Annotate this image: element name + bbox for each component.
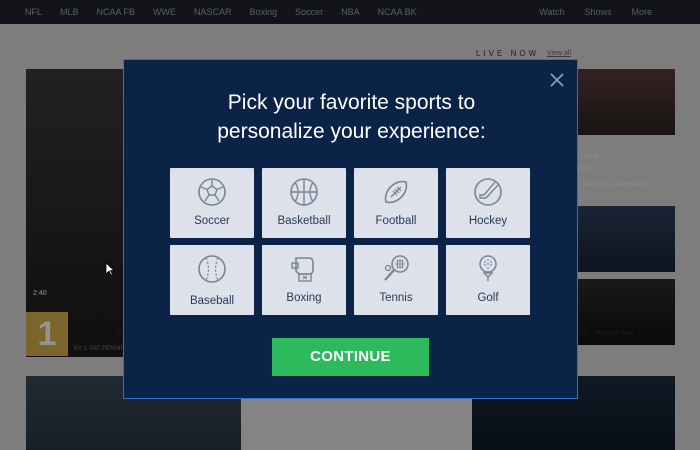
soccer-ball-icon: [197, 177, 227, 207]
sport-label-tennis: Tennis: [379, 292, 413, 304]
modal-title-line1: Pick your favorite sports to: [227, 91, 476, 114]
boxing-glove-icon: [289, 254, 319, 284]
modal-title-line2: personalize your experience:: [217, 120, 486, 143]
sport-tile-golf[interactable]: Golf: [446, 245, 530, 315]
sport-tile-basketball[interactable]: Basketball: [262, 168, 346, 238]
sport-tile-soccer[interactable]: Soccer: [170, 168, 254, 238]
hockey-puck-stick-icon: [473, 177, 503, 207]
sport-label-baseball: Baseball: [189, 295, 235, 307]
sport-label-hockey: Hockey: [468, 215, 508, 227]
close-button[interactable]: [549, 72, 565, 88]
baseball-icon: [197, 254, 227, 284]
sport-tile-boxing[interactable]: Boxing: [262, 245, 346, 315]
sport-tile-football[interactable]: Football: [354, 168, 438, 238]
modal-title: Pick your favorite sports to personalize…: [124, 88, 579, 146]
sport-label-boxing: Boxing: [286, 292, 322, 304]
sport-label-soccer: Soccer: [194, 215, 230, 227]
sports-preference-modal: Pick your favorite sports to personalize…: [123, 59, 578, 399]
close-icon: [550, 73, 564, 87]
sport-label-football: Football: [375, 215, 417, 227]
basketball-icon: [289, 177, 319, 207]
sport-tile-baseball[interactable]: Baseball: [170, 245, 254, 315]
golf-ball-tee-icon: [473, 254, 503, 284]
sport-label-golf: Golf: [477, 292, 499, 304]
tennis-racket-icon: [381, 254, 411, 284]
sports-grid: Soccer Basketball Football Hockey Baseba…: [170, 168, 532, 315]
sport-tile-hockey[interactable]: Hockey: [446, 168, 530, 238]
sport-label-basketball: Basketball: [277, 215, 331, 227]
mouse-cursor-icon: [105, 262, 115, 276]
continue-button[interactable]: CONTINUE: [272, 338, 429, 376]
sport-tile-tennis[interactable]: Tennis: [354, 245, 438, 315]
football-icon: [381, 177, 411, 207]
